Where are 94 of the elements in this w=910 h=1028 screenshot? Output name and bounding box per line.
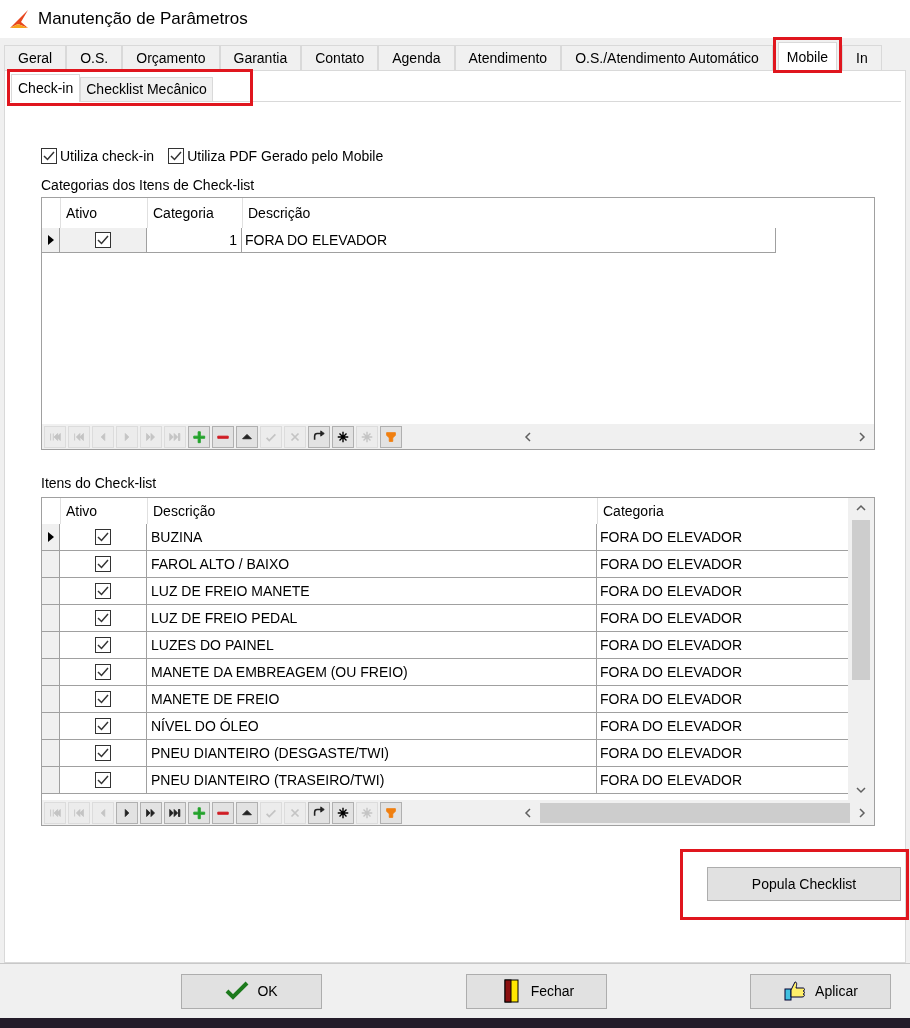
column-header[interactable]: Descrição	[147, 498, 597, 524]
asterisk-icon	[336, 429, 350, 444]
tab[interactable]: Check-in	[11, 74, 81, 102]
checkbox[interactable]	[95, 718, 111, 734]
tab[interactable]: Atendimento	[454, 45, 562, 70]
plus-icon	[192, 429, 206, 444]
column-header[interactable]: Ativo	[60, 498, 147, 524]
toolbar-button[interactable]	[236, 425, 258, 448]
funnel-icon	[384, 429, 398, 444]
row-indicator-cell[interactable]	[42, 632, 60, 658]
current-row-icon	[47, 235, 54, 245]
column-header[interactable]: Categoria	[147, 198, 242, 228]
populate-checklist-button[interactable]: Popula Checklist	[707, 867, 901, 901]
window-title: Manutenção de Parâmetros	[38, 8, 248, 31]
asterisk-icon	[360, 805, 374, 820]
tab[interactable]: O.S.	[66, 45, 123, 70]
toolbar-button[interactable]	[164, 801, 186, 824]
asterisk-icon	[360, 429, 374, 444]
table-cell-text: FORA DO ELEVADOR	[599, 770, 744, 790]
funnel-icon	[384, 805, 398, 820]
checkbox[interactable]	[95, 232, 111, 248]
toolbar-button[interactable]	[332, 425, 354, 448]
row-indicator-cell[interactable]	[42, 228, 60, 252]
checkbox[interactable]	[95, 745, 111, 761]
checkbox[interactable]	[95, 556, 111, 572]
row-indicator-cell[interactable]	[42, 713, 60, 739]
table-cell: PNEU DIANTEIRO (TRASEIRO/TWI)	[147, 767, 597, 793]
table-cell: BUZINA	[147, 524, 597, 550]
checkbox-label: Utiliza check-in	[60, 146, 155, 166]
checkbox[interactable]	[95, 529, 111, 545]
row-indicator-cell[interactable]	[42, 605, 60, 631]
checkbox-label: Utiliza PDF Gerado pelo Mobile	[187, 146, 384, 166]
table-cell: NÍVEL DO ÓLEO	[147, 713, 597, 739]
checkbox[interactable]	[95, 637, 111, 653]
column-header[interactable]: Descrição	[242, 198, 775, 228]
row-indicator-cell[interactable]	[42, 686, 60, 712]
toolbar-button[interactable]	[140, 801, 162, 824]
toolbar-button[interactable]	[308, 801, 330, 824]
table-cell: FAROL ALTO / BAIXO	[147, 551, 597, 577]
checkbox[interactable]	[95, 583, 111, 599]
tab[interactable]: In	[842, 45, 882, 70]
plus-icon	[192, 805, 206, 820]
checkbox[interactable]	[95, 610, 111, 626]
table-cell: LUZES DO PAINEL	[147, 632, 597, 658]
checkbox[interactable]	[95, 772, 111, 788]
checkbox[interactable]	[168, 148, 185, 164]
table-cell-text: FORA DO ELEVADOR	[599, 527, 744, 547]
row-indicator-cell[interactable]	[42, 524, 60, 550]
section-label: Itens do Check-list	[41, 473, 158, 493]
table-cell: FORA DO ELEVADOR	[242, 228, 776, 252]
table-cell-text: FORA DO ELEVADOR	[599, 608, 744, 628]
table-cell: LUZ DE FREIO MANETE	[147, 578, 597, 604]
dialog-button[interactable]: Aplicar	[750, 973, 891, 1009]
current-row-icon	[47, 532, 54, 542]
row-indicator-cell[interactable]	[42, 551, 60, 577]
section-label: Categorias dos Itens de Check-list	[41, 176, 256, 195]
toolbar-button[interactable]	[116, 801, 138, 824]
row-indicator-cell[interactable]	[42, 767, 60, 793]
table-cell: PNEU DIANTEIRO (DESGASTE/TWI)	[147, 740, 597, 766]
table-cell-text: FORA DO ELEVADOR	[599, 689, 744, 709]
table-cell: 1	[147, 228, 242, 252]
scroll-thumb[interactable]	[540, 802, 850, 823]
table-cell-text: FORA DO ELEVADOR	[599, 581, 744, 601]
tab[interactable]: Garantia	[219, 45, 302, 70]
tab[interactable]: Mobile	[777, 42, 838, 71]
toolbar-button[interactable]	[236, 801, 258, 824]
tab[interactable]: Geral	[4, 45, 67, 70]
tab[interactable]: Contato	[301, 45, 379, 70]
table-cell-text: FORA DO ELEVADOR	[599, 662, 744, 682]
checkbox[interactable]	[41, 148, 57, 164]
table-cell-text: FORA DO ELEVADOR	[599, 554, 744, 574]
dialog-button[interactable]: Fechar	[466, 973, 607, 1009]
table-cell: MANETE DE FREIO	[147, 686, 597, 712]
tab[interactable]: Orçamento	[122, 45, 220, 70]
dialog-button[interactable]: OK	[181, 973, 322, 1009]
scroll-thumb[interactable]	[852, 520, 870, 680]
asterisk-icon	[336, 805, 350, 820]
table-cell: LUZ DE FREIO PEDAL	[147, 605, 597, 631]
tab[interactable]: O.S./Atendimento Automático	[561, 45, 773, 70]
thumbs-up-icon	[783, 979, 808, 1003]
vertical-scrollbar[interactable]	[848, 498, 874, 800]
toolbar-button[interactable]	[308, 425, 330, 448]
table-cell-text: FORA DO ELEVADOR	[599, 716, 744, 736]
table-cell: MANETE DA EMBREAGEM (OU FREIO)	[147, 659, 597, 685]
row-indicator-cell[interactable]	[42, 659, 60, 685]
table-cell-text: FORA DO ELEVADOR	[599, 635, 744, 655]
tab[interactable]: Agenda	[378, 45, 455, 70]
checkbox[interactable]	[95, 664, 111, 680]
row-indicator-cell[interactable]	[42, 740, 60, 766]
toolbar-button[interactable]	[332, 801, 354, 824]
checkbox[interactable]	[95, 691, 111, 707]
table-cell-text: FORA DO ELEVADOR	[599, 743, 744, 763]
tab[interactable]: Checklist Mecânico	[80, 77, 213, 101]
row-indicator-cell[interactable]	[42, 578, 60, 604]
